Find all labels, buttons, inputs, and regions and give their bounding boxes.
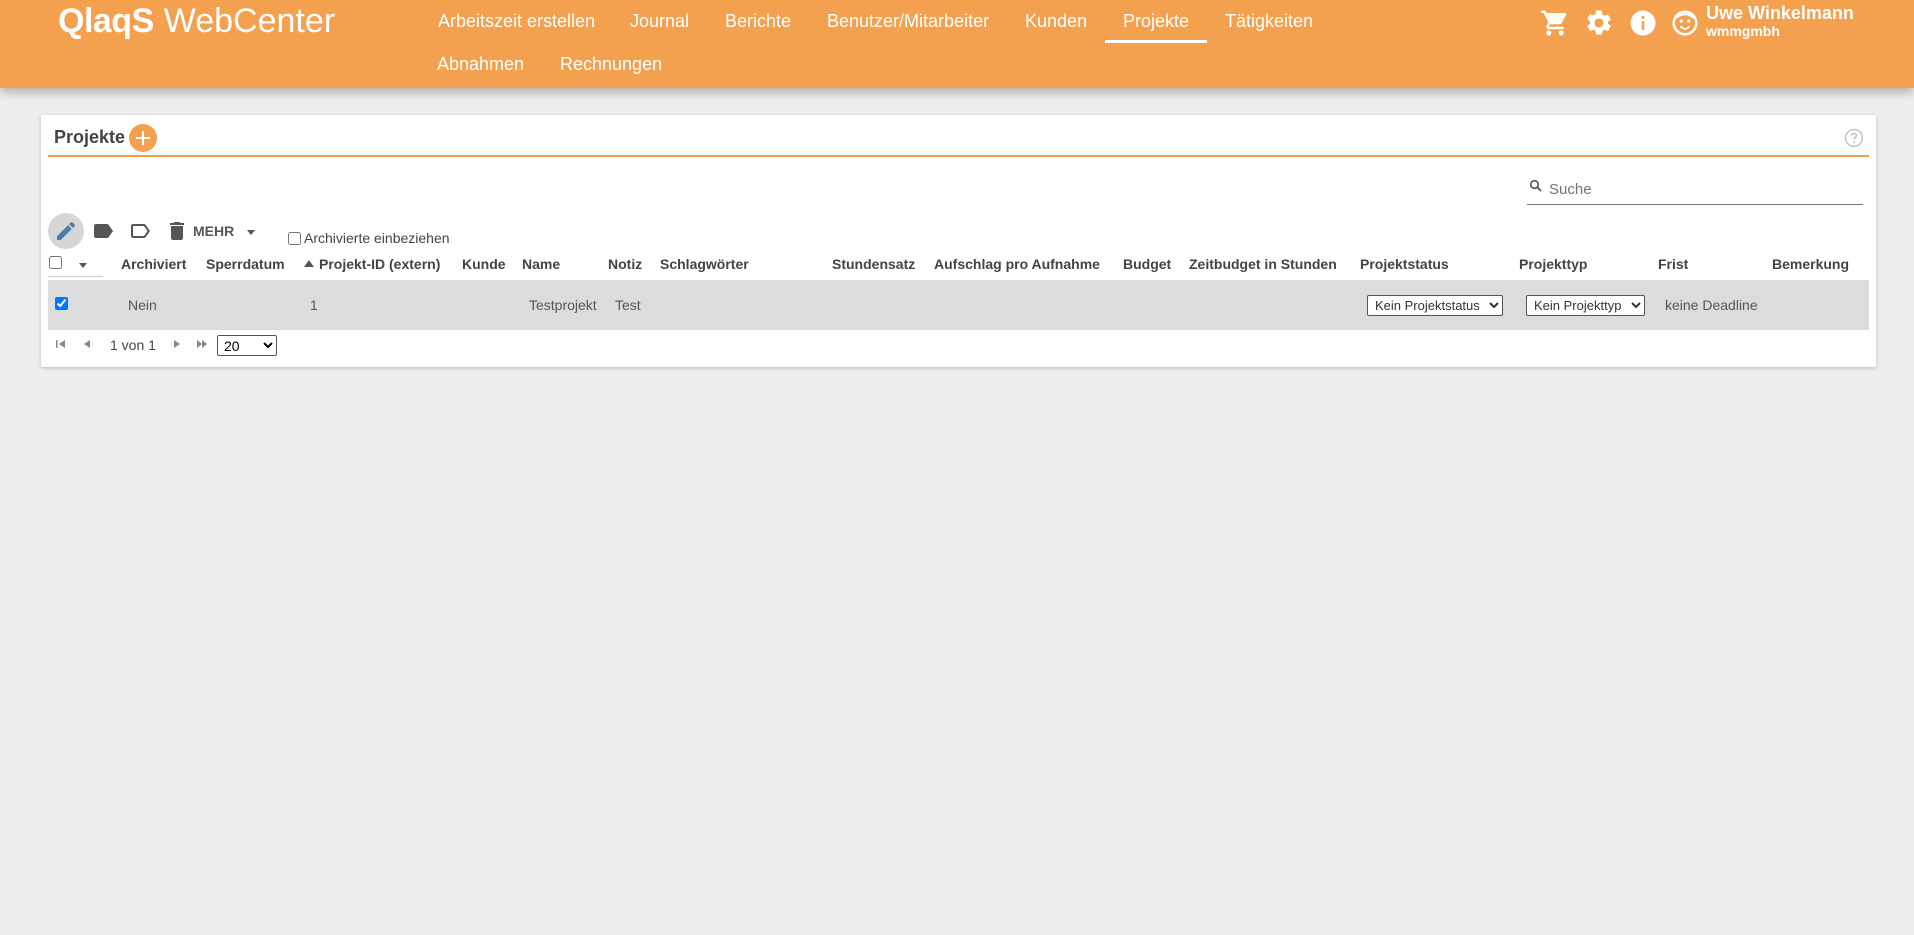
projekttyp-select[interactable]: Kein Projekttyp (1526, 295, 1645, 316)
column-header-name[interactable]: Name (522, 256, 560, 272)
column-header-projekttyp[interactable]: Projekttyp (1519, 256, 1587, 272)
pagination-info: 1 von 1 (110, 337, 156, 353)
logo-product: WebCenter (163, 2, 336, 40)
column-header-archiviert[interactable]: Archiviert (121, 256, 186, 272)
page-title: Projekte (54, 127, 126, 147)
cell-name: Testprojekt (529, 297, 597, 313)
column-header-projektstatus[interactable]: Projektstatus (1360, 256, 1449, 272)
page-size-select[interactable]: 20 (217, 335, 277, 356)
column-header-zeitbudget[interactable]: Zeitbudget in Stunden (1189, 256, 1337, 272)
cart-icon[interactable] (1540, 8, 1570, 38)
help-icon[interactable] (1844, 128, 1864, 148)
column-header-stundensatz[interactable]: Stundensatz (832, 256, 915, 272)
tag-outline-icon (131, 224, 150, 238)
app-logo[interactable]: QlaqS WebCenter (58, 1, 335, 41)
user-org: wmmgmbh (1706, 23, 1780, 39)
include-archived-label: Archivierte einbeziehen (304, 230, 450, 246)
search-input[interactable] (1549, 177, 1854, 201)
select-all-checkbox[interactable] (49, 256, 62, 269)
user-face-icon[interactable] (1670, 8, 1700, 38)
nav-projekte[interactable]: Projekte (1104, 10, 1208, 43)
nav-taetigkeiten[interactable]: Tätigkeiten (1225, 10, 1313, 32)
cell-projekt-id: 1 (310, 297, 318, 313)
include-archived-checkbox[interactable] (288, 232, 301, 245)
nav-berichte[interactable]: Berichte (725, 10, 791, 32)
projektstatus-select[interactable]: Kein Projektstatus (1367, 295, 1503, 316)
nav-journal[interactable]: Journal (630, 10, 689, 32)
logo-brand: QlaqS (58, 2, 154, 40)
nav-arbeitszeit-erstellen[interactable]: Arbeitszeit erstellen (438, 10, 595, 32)
nav-abnahmen[interactable]: Abnahmen (437, 53, 524, 75)
cell-frist: keine Deadline (1665, 297, 1758, 313)
nav-rechnungen[interactable]: Rechnungen (560, 53, 662, 75)
edit-button[interactable] (48, 213, 84, 249)
column-header-projekt-id[interactable]: Projekt-ID (extern) (319, 256, 440, 272)
column-header-schlagwoerter[interactable]: Schlagwörter (660, 256, 749, 272)
column-header-budget[interactable]: Budget (1123, 256, 1171, 272)
column-header-sperrdatum[interactable]: Sperrdatum (206, 256, 285, 272)
search-box (1527, 173, 1863, 205)
row-select-checkbox[interactable] (55, 297, 68, 310)
nav-benutzer-mitarbeiter[interactable]: Benutzer/Mitarbeiter (827, 10, 989, 32)
sort-ascending-icon[interactable] (304, 260, 314, 267)
gear-icon[interactable] (1584, 8, 1614, 38)
column-header-kunde[interactable]: Kunde (462, 256, 506, 272)
info-icon[interactable] (1628, 8, 1658, 38)
nav-kunden[interactable]: Kunden (1025, 10, 1087, 32)
title-divider (48, 155, 1869, 157)
cell-archiviert: Nein (128, 297, 157, 313)
tag-button[interactable] (85, 213, 121, 249)
column-header-aufschlag[interactable]: Aufschlag pro Aufnahme (934, 256, 1100, 272)
select-menu-caret-icon[interactable] (79, 263, 87, 268)
more-dropdown-caret-icon[interactable] (247, 230, 255, 235)
top-bar: QlaqS WebCenter Arbeitszeit erstellen Jou… (0, 0, 1914, 88)
column-header-notiz[interactable]: Notiz (608, 256, 642, 272)
column-header-frist[interactable]: Frist (1658, 256, 1688, 272)
search-icon (1529, 179, 1543, 193)
previous-page-icon[interactable] (79, 336, 95, 352)
column-header-bemerkung[interactable]: Bemerkung (1772, 256, 1849, 272)
trash-icon (170, 222, 184, 240)
last-page-icon[interactable] (194, 336, 210, 352)
delete-button[interactable] (159, 213, 195, 249)
next-page-icon[interactable] (169, 336, 185, 352)
user-name[interactable]: Uwe Winkelmann (1706, 3, 1854, 24)
untag-button[interactable] (122, 213, 158, 249)
first-page-icon[interactable] (53, 336, 69, 352)
cell-notiz: Test (615, 297, 641, 313)
edit-pencil-icon (57, 221, 76, 240)
more-button[interactable]: MEHR (193, 223, 234, 239)
add-project-button[interactable] (129, 124, 157, 152)
tag-filled-icon (94, 224, 113, 238)
projects-card: Projekte MEHR Archivierte einbeziehen Ar… (41, 115, 1876, 367)
